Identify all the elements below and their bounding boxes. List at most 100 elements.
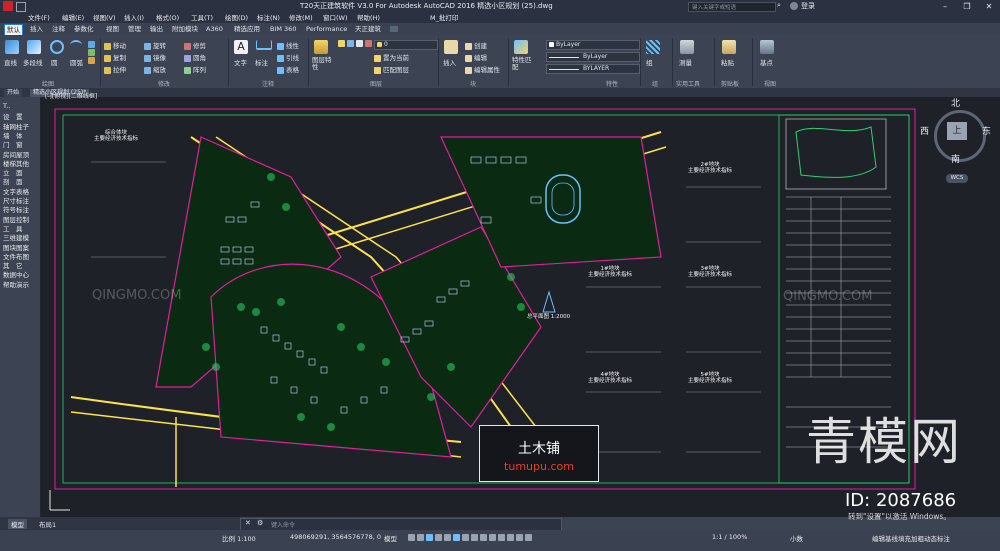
dim-leader[interactable]: 引线 xyxy=(277,52,299,62)
text-button[interactable]: 文字 xyxy=(234,57,247,67)
palette-item[interactable]: 帮助演示 xyxy=(3,279,29,289)
group-label-layers[interactable]: 图层 xyxy=(370,79,382,88)
viewcube[interactable]: 北 南 西 东 上 WCS xyxy=(920,99,991,183)
quick-access-icon[interactable] xyxy=(16,2,26,12)
modify-array[interactable]: 阵列 xyxy=(184,64,206,74)
line-icon[interactable] xyxy=(5,40,19,54)
match-properties-icon[interactable] xyxy=(514,40,528,54)
modify-stretch[interactable]: 拉伸 xyxy=(104,64,126,74)
palette-header[interactable]: T.. xyxy=(3,102,10,110)
tab-view[interactable]: 视图 xyxy=(104,24,121,34)
wcs-menu[interactable]: WCS xyxy=(946,174,968,183)
modify-trim[interactable]: 修剪 xyxy=(184,40,206,50)
polyline-icon[interactable] xyxy=(27,40,41,54)
command-settings-icon[interactable]: ⚙ xyxy=(257,519,263,527)
text-icon[interactable]: A xyxy=(234,40,248,54)
insert-block-icon[interactable] xyxy=(444,40,458,54)
dim-table[interactable]: 表格 xyxy=(277,64,299,74)
modify-scale[interactable]: 缩放 xyxy=(144,64,166,74)
block-edit-attr[interactable]: 编辑属性 xyxy=(465,64,500,74)
group-label-draw[interactable]: 绘图 xyxy=(42,79,54,88)
group-label-properties[interactable]: 特性 xyxy=(606,79,618,88)
menu-edit[interactable]: 编辑(E) xyxy=(62,13,84,23)
group-icon[interactable] xyxy=(646,40,660,54)
tab-performance[interactable]: Performance xyxy=(304,24,349,34)
menu-modify[interactable]: 修改(M) xyxy=(289,13,313,23)
search-box[interactable]: 键入关键字或短语 xyxy=(688,2,776,12)
circle-icon[interactable] xyxy=(50,40,64,54)
login-link[interactable]: 登录 xyxy=(801,1,815,11)
tab-manage[interactable]: 管理 xyxy=(126,24,143,34)
tab-insert[interactable]: 插入 xyxy=(28,24,45,34)
group-label-utilities[interactable]: 实用工具 xyxy=(676,79,700,88)
minimize-button[interactable]: – xyxy=(934,0,956,13)
compass-east[interactable]: 东 xyxy=(982,124,991,137)
menu-batch-plot[interactable]: M_批打印 xyxy=(430,13,458,23)
menu-format[interactable]: 格式(O) xyxy=(156,13,179,23)
status-annotation-scale[interactable]: 1:1 / 100% xyxy=(712,533,747,541)
measure-icon[interactable] xyxy=(680,40,694,54)
user-icon[interactable] xyxy=(790,2,798,10)
paste-icon[interactable] xyxy=(722,40,736,54)
menu-draw[interactable]: 绘图(D) xyxy=(225,13,248,23)
layer-properties-icon[interactable] xyxy=(314,40,328,54)
dimension-button[interactable]: 标注 xyxy=(255,57,268,67)
status-model[interactable]: 模型 xyxy=(384,533,397,543)
group-label-groups[interactable]: 组 xyxy=(652,79,658,88)
lineweight-dropdown[interactable]: BYLAYER xyxy=(546,64,640,74)
close-button[interactable]: ✕ xyxy=(978,0,1000,13)
layer-match[interactable]: 匹配图层 xyxy=(374,64,409,74)
layout-tab-layout1[interactable]: 布局1 xyxy=(36,519,59,529)
group-button[interactable]: 组 xyxy=(646,57,653,67)
match-properties-button[interactable]: 特性匹配 xyxy=(512,57,532,71)
circle-button[interactable]: 圆 xyxy=(51,57,58,67)
base-point-button[interactable]: 基点 xyxy=(760,57,773,67)
compass-north[interactable]: 北 xyxy=(951,96,960,109)
layer-dropdown[interactable]: 0 xyxy=(374,40,438,50)
menu-view[interactable]: 视图(V) xyxy=(93,13,116,23)
menu-dimension[interactable]: 标注(N) xyxy=(257,13,280,23)
tab-featured-apps[interactable]: 精选应用 xyxy=(232,24,262,34)
tab-addins[interactable]: 附加模块 xyxy=(170,24,200,34)
group-label-view[interactable]: 视图 xyxy=(764,79,776,88)
status-units[interactable]: 小数 xyxy=(790,533,803,543)
menu-tools[interactable]: 工具(T) xyxy=(191,13,213,23)
group-label-clipboard[interactable]: 剪贴板 xyxy=(721,79,739,88)
status-scale[interactable]: 比例 1:100 xyxy=(222,533,256,543)
layout-tab-model[interactable]: 模型 xyxy=(8,519,27,529)
dim-linear[interactable]: 线性 xyxy=(277,40,299,50)
arc-icon[interactable] xyxy=(70,40,82,50)
menu-file[interactable]: 文件(F) xyxy=(28,13,50,23)
tab-bim360[interactable]: BIM 360 xyxy=(268,24,298,34)
compass-west[interactable]: 西 xyxy=(920,124,929,137)
search-icon[interactable]: ⌕ xyxy=(777,1,781,10)
command-close-icon[interactable]: ✕ xyxy=(245,519,251,527)
paste-button[interactable]: 粘贴 xyxy=(721,57,734,67)
status-right-text[interactable]: 编辑基线填充加粗动态标注 xyxy=(872,533,950,543)
insert-block-button[interactable]: 插入 xyxy=(443,57,456,67)
menu-insert[interactable]: 插入(I) xyxy=(124,13,144,23)
menu-window[interactable]: 窗口(W) xyxy=(323,13,348,23)
viewport-label[interactable]: [-][俯视][二维线框] xyxy=(45,91,97,100)
tab-parametric[interactable]: 参数化 xyxy=(72,24,96,34)
line-button[interactable]: 直线 xyxy=(4,57,17,67)
measure-button[interactable]: 测量 xyxy=(679,57,692,67)
polyline-button[interactable]: 多段线 xyxy=(23,57,43,67)
viewcube-top[interactable]: 上 xyxy=(947,122,967,140)
tab-annotate[interactable]: 注释 xyxy=(50,24,67,34)
status-toggle-icons[interactable] xyxy=(408,533,534,541)
layer-mini-icons[interactable] xyxy=(338,39,374,47)
modify-mirror[interactable]: 镜像 xyxy=(144,52,166,62)
group-label-annotate[interactable]: 注释 xyxy=(262,79,274,88)
tab-a360[interactable]: A360 xyxy=(204,24,225,34)
group-label-modify[interactable]: 修改 xyxy=(158,79,170,88)
color-dropdown[interactable]: ByLayer xyxy=(546,40,640,50)
compass-south[interactable]: 南 xyxy=(951,152,960,165)
tab-tangent[interactable]: 天正建筑 xyxy=(353,24,383,34)
modify-fillet[interactable]: 圆角 xyxy=(184,52,206,62)
modify-copy[interactable]: 复制 xyxy=(104,52,126,62)
doc-tab-start[interactable]: 开始 xyxy=(4,89,23,97)
modify-rotate[interactable]: 旋转 xyxy=(144,40,166,50)
layer-properties-button[interactable]: 图层特性 xyxy=(312,57,334,71)
ribbon-toggle-icon[interactable] xyxy=(390,26,398,32)
